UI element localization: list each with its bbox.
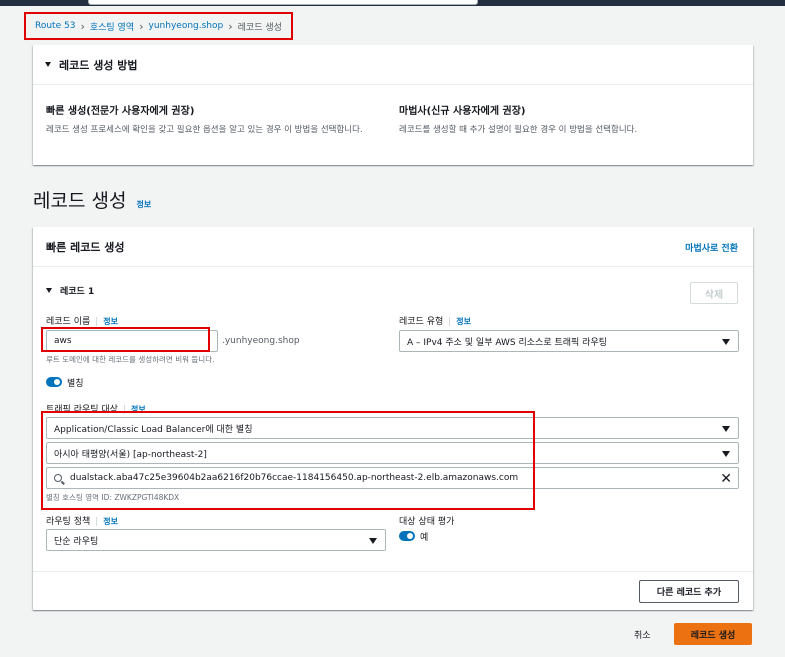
add-another-record-button[interactable]: 다른 레코드 추가 [639, 580, 739, 603]
top-nav-bar [0, 0, 785, 6]
evaluate-health-label: 대상 상태 평가 [399, 517, 455, 527]
record-type-select[interactable]: A – IPv4 주소 및 일부 AWS 리소스로 트래픽 라우팅 [399, 330, 739, 352]
chevron-right-icon: › [139, 19, 144, 33]
breadcrumb-hosted-zones[interactable]: 호스팅 영역 [90, 20, 134, 33]
page-title: 레코드 생성 [33, 190, 127, 212]
quick-create-title: 빠른 생성(전문가 사용자에게 권장) [46, 106, 195, 117]
dropdown-arrow-icon [369, 538, 377, 544]
record-type-info-link[interactable]: 정보 [449, 317, 471, 326]
alias-label: 별칭 [67, 379, 84, 389]
routing-policy-select[interactable]: 단순 라우팅 [46, 529, 386, 551]
highlight-record-name [41, 327, 210, 352]
delete-record-button[interactable]: 삭제 [690, 282, 738, 304]
domain-suffix: .yunhyeong.shop [222, 336, 300, 346]
cancel-button[interactable]: 취소 [634, 628, 651, 641]
page-info-link[interactable]: 정보 [137, 200, 152, 209]
breadcrumb-current: 레코드 생성 [237, 22, 282, 33]
wizard-title: 마법사(신규 사용자에게 권장) [399, 106, 526, 117]
record-1-title: 레코드 1 [60, 287, 95, 297]
alias-toggle[interactable] [46, 377, 62, 387]
record-name-label: 레코드 이름 [46, 317, 91, 327]
breadcrumb-zone[interactable]: yunhyeong.shop [149, 21, 224, 31]
quick-create-option[interactable]: 빠른 생성(전문가 사용자에게 권장) 레코드 생성 프로세스에 확인을 갖고 … [46, 102, 391, 137]
record-name-hint: 루트 도메인에 대한 레코드를 생성하려면 비워 둡니다. [46, 355, 215, 364]
create-records-button[interactable]: 레코드 생성 [674, 623, 752, 645]
record-type-value: A – IPv4 주소 및 일부 AWS 리소스로 트래픽 라우팅 [407, 337, 608, 348]
form-title: 빠른 레코드 생성 [46, 241, 125, 254]
evaluate-health-value: 예 [420, 533, 429, 543]
routing-policy-value: 단순 라우팅 [54, 536, 99, 547]
record-1-toggle[interactable]: 레코드 1 [46, 284, 94, 297]
switch-to-wizard-link[interactable]: 마법사로 전환 [685, 241, 738, 254]
record-name-info-link[interactable]: 정보 [96, 317, 118, 326]
routing-policy-label-row: 라우팅 정책 정보 [46, 514, 118, 527]
caret-down-icon [46, 288, 52, 293]
chevron-right-icon: › [80, 19, 85, 33]
creation-method-panel: 레코드 생성 방법 빠른 생성(전문가 사용자에게 권장) 레코드 생성 프로세… [33, 45, 753, 165]
caret-down-icon [45, 62, 51, 67]
dropdown-arrow-icon [722, 339, 730, 345]
breadcrumb: Route 53 › 호스팅 영역 › yunhyeong.shop › 레코드… [24, 12, 293, 40]
page-title-row: 레코드 생성 정보 [33, 186, 151, 213]
evaluate-health-toggle[interactable] [399, 531, 415, 541]
creation-method-title: 레코드 생성 방법 [59, 58, 138, 72]
dropdown-arrow-icon [722, 451, 730, 457]
wizard-desc: 레코드를 생성할 때 추가 설명이 필요한 경우 이 방법을 선택합니다. [399, 125, 638, 135]
global-search-input[interactable] [88, 0, 478, 5]
record-type-label: 레코드 유형 [399, 317, 444, 327]
chevron-right-icon: › [228, 19, 233, 33]
routing-policy-info-link[interactable]: 정보 [96, 517, 118, 526]
dropdown-arrow-icon [722, 426, 730, 432]
breadcrumb-route53[interactable]: Route 53 [35, 21, 75, 31]
form-footer-divider [33, 571, 753, 572]
quick-create-desc: 레코드 생성 프로세스에 확인을 갖고 필요한 옵션을 알고 있는 경우 이 방… [46, 125, 363, 135]
record-name-label-row: 레코드 이름 정보 [46, 314, 118, 327]
wizard-option[interactable]: 마법사(신규 사용자에게 권장) 레코드를 생성할 때 추가 설명이 필요한 경… [399, 102, 744, 137]
creation-method-header[interactable]: 레코드 생성 방법 [33, 45, 753, 85]
routing-policy-label: 라우팅 정책 [46, 517, 91, 527]
clear-icon[interactable]: ✕ [720, 471, 732, 487]
highlight-route-target [41, 411, 535, 510]
form-header: 빠른 레코드 생성 마법사로 전환 [33, 227, 753, 267]
record-type-label-row: 레코드 유형 정보 [399, 314, 471, 327]
